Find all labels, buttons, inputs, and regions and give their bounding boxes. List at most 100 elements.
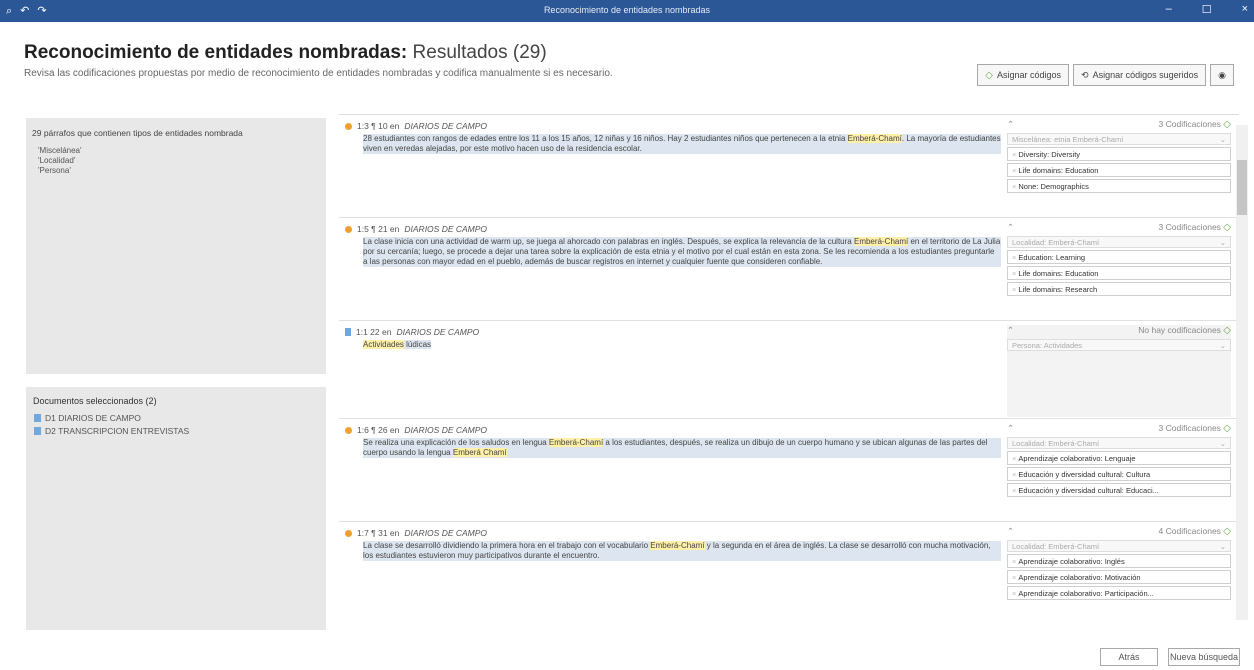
remove-code-icon[interactable]: ×: [1012, 557, 1016, 566]
document-icon: [34, 427, 41, 435]
coding-count: 3 Codificaciones: [1158, 119, 1221, 129]
entity-highlight[interactable]: Emberá-Chamí: [853, 237, 909, 246]
code-chip[interactable]: × Education: Learning: [1007, 250, 1231, 264]
chevron-down-icon: ⌄: [1219, 542, 1226, 551]
quotation-source: DIARIOS DE CAMPO: [396, 327, 480, 337]
code-label: None: Demographics: [1018, 182, 1089, 191]
remove-code-icon[interactable]: ×: [1012, 166, 1016, 175]
quotation-ref: 1:7 ¶ 31 en: [357, 528, 400, 538]
remove-code-icon[interactable]: ×: [1012, 589, 1016, 598]
entity-highlight[interactable]: Emberá-Chamí: [847, 134, 902, 143]
result-card[interactable]: 1:1 22 en DIARIOS DE CAMPO Actividades l…: [339, 321, 1239, 419]
add-code-icon[interactable]: ◇: [1223, 526, 1231, 537]
code-chip[interactable]: × Educación y diversidad cultural: Educac…: [1007, 483, 1231, 497]
quotation-text: Actividades lúdicas: [363, 340, 1001, 350]
window-title: Reconocimiento de entidades nombradas: [543, 5, 711, 15]
remove-code-icon[interactable]: ×: [1012, 486, 1016, 495]
quotation-ref: 1:6 ¶ 26 en: [357, 425, 400, 435]
remove-code-icon[interactable]: ×: [1012, 454, 1016, 463]
quotation-text: Se realiza una explicación de los saludo…: [363, 438, 1001, 458]
result-card[interactable]: 1:3 ¶ 10 en DIARIOS DE CAMPO 28 estudian…: [339, 115, 1239, 218]
remove-code-icon[interactable]: ×: [1012, 150, 1016, 159]
entity-highlight[interactable]: Emberá-Chamí: [650, 541, 705, 550]
result-card[interactable]: 1:5 ¶ 21 en DIARIOS DE CAMPO La clase in…: [339, 218, 1239, 321]
title-bar: ⌕ ↶ ↷ Reconocimiento de entidades nombra…: [0, 0, 1254, 22]
entity-dropdown[interactable]: Localidad: Emberá-Chamí ⌄: [1007, 540, 1231, 552]
code-chip[interactable]: × Aprendizaje colaborativo: Participación…: [1007, 586, 1231, 600]
code-chip[interactable]: × Educación y diversidad cultural: Cultur…: [1007, 467, 1231, 481]
code-chip[interactable]: × Aprendizaje colaborativo: Inglés: [1007, 554, 1231, 568]
code-chip[interactable]: × Aprendizaje colaborativo: Lenguaje: [1007, 451, 1231, 465]
close-button[interactable]: ×: [1242, 3, 1248, 16]
code-label: Life domains: Education: [1018, 269, 1099, 278]
suggested-code-icon: ⟲: [1081, 69, 1089, 80]
remove-code-icon[interactable]: ×: [1012, 253, 1016, 262]
code-label: Aprendizaje colaborativo: Lenguaje: [1018, 454, 1136, 463]
codings-panel: ⌃ 4 Codificaciones ◇ Localidad: Emberá-Ch…: [1007, 526, 1231, 600]
remove-code-icon[interactable]: ×: [1012, 285, 1016, 294]
assign-codes-button[interactable]: ◇ Asignar códigos: [977, 64, 1070, 86]
scrollbar-thumb[interactable]: [1237, 160, 1247, 215]
code-label: Aprendizaje colaborativo: Inglés: [1018, 557, 1125, 566]
entity-highlight[interactable]: Emberá Chamí: [452, 448, 507, 457]
code-chip[interactable]: × Life domains: Research: [1007, 282, 1231, 296]
add-code-icon[interactable]: ◇: [1223, 119, 1231, 130]
page-header: Reconocimiento de entidades nombradas: R…: [24, 42, 1234, 86]
result-card[interactable]: 1:7 ¶ 31 en DIARIOS DE CAMPO La clase se…: [339, 522, 1239, 630]
results-scrollbar[interactable]: [1236, 125, 1248, 620]
entity-type-item: 'Miscelánea': [38, 146, 82, 155]
quotation-text: 28 estudiantes con rangos de edades entr…: [363, 134, 1001, 154]
summary-text: 29 párrafos que contienen tipos de entid…: [32, 128, 243, 138]
chevron-down-icon: ⌄: [1219, 439, 1226, 448]
entity-dropdown[interactable]: Localidad: Emberá-Chamí ⌄: [1007, 437, 1231, 449]
view-options-button[interactable]: ◉: [1210, 64, 1234, 86]
remove-code-icon[interactable]: ×: [1012, 182, 1016, 191]
collapse-icon[interactable]: ⌃: [1007, 325, 1014, 337]
code-label: Aprendizaje colaborativo: Motivación: [1018, 573, 1141, 582]
minimize-button[interactable]: –: [1166, 3, 1172, 16]
collapse-icon[interactable]: ⌃: [1007, 423, 1014, 435]
code-chip[interactable]: × Aprendizaje colaborativo: Motivación: [1007, 570, 1231, 584]
quotation-ref: 1:1 22 en: [356, 327, 392, 337]
add-code-icon[interactable]: ◇: [1223, 325, 1231, 336]
collapse-icon[interactable]: ⌃: [1007, 119, 1014, 131]
quotation-source: DIARIOS DE CAMPO: [404, 121, 488, 131]
codings-panel: ⌃ No hay codificaciones ◇ Persona: Activi…: [1007, 325, 1231, 417]
collapse-icon[interactable]: ⌃: [1007, 222, 1014, 234]
chevron-down-icon: ⌄: [1219, 238, 1226, 247]
remove-code-icon[interactable]: ×: [1012, 470, 1016, 479]
codings-panel: ⌃ 3 Codificaciones ◇ Miscelánea: etnia Em…: [1007, 119, 1231, 193]
entity-dropdown[interactable]: Persona: Actividades ⌄: [1007, 339, 1231, 351]
code-chip[interactable]: × None: Demographics: [1007, 179, 1231, 193]
documents-list: D1 DIARIOS DE CAMPO D2 TRANSCRIPCION ENT…: [26, 406, 326, 438]
quotation-source: DIARIOS DE CAMPO: [404, 425, 488, 435]
entity-highlight[interactable]: Emberá-Chamí: [548, 438, 604, 447]
assign-suggested-codes-button[interactable]: ⟲ Asignar códigos sugeridos: [1073, 64, 1207, 86]
remove-code-icon[interactable]: ×: [1012, 269, 1016, 278]
quotation-source: DIARIOS DE CAMPO: [404, 528, 488, 538]
entity-dropdown[interactable]: Miscelánea: etnia Emberá-Chamí ⌄: [1007, 133, 1231, 145]
code-label: Educación y diversidad cultural: Cultura: [1018, 470, 1151, 479]
quotation-icon: [345, 426, 352, 434]
entity-highlight[interactable]: Actividades: [363, 340, 404, 349]
new-search-button[interactable]: Nueva búsqueda: [1168, 648, 1240, 666]
document-icon: [34, 414, 41, 422]
result-card[interactable]: 1:6 ¶ 26 en DIARIOS DE CAMPO Se realiza …: [339, 419, 1239, 522]
entity-type-item: 'Localidad': [38, 156, 76, 165]
add-code-icon[interactable]: ◇: [1223, 222, 1231, 233]
document-item[interactable]: D2 TRANSCRIPCION ENTREVISTAS: [34, 425, 326, 438]
code-chip[interactable]: × Life domains: Education: [1007, 266, 1231, 280]
entity-dropdown-value: Localidad: Emberá-Chamí: [1012, 238, 1100, 247]
add-code-icon[interactable]: ◇: [1223, 423, 1231, 434]
back-button[interactable]: Atrás: [1100, 648, 1158, 666]
document-item[interactable]: D1 DIARIOS DE CAMPO: [34, 412, 326, 425]
remove-code-icon[interactable]: ×: [1012, 573, 1016, 582]
code-label: Education: Learning: [1018, 253, 1086, 262]
code-chip[interactable]: × Life domains: Education: [1007, 163, 1231, 177]
code-label: Educación y diversidad cultural: Educaci…: [1018, 486, 1159, 495]
text-segment: Se realiza una explicación de los saludo…: [363, 438, 547, 447]
code-chip[interactable]: × Diversity: Diversity: [1007, 147, 1231, 161]
entity-dropdown[interactable]: Localidad: Emberá-Chamí ⌄: [1007, 236, 1231, 248]
collapse-icon[interactable]: ⌃: [1007, 526, 1014, 538]
maximize-button[interactable]: ☐: [1202, 3, 1212, 16]
